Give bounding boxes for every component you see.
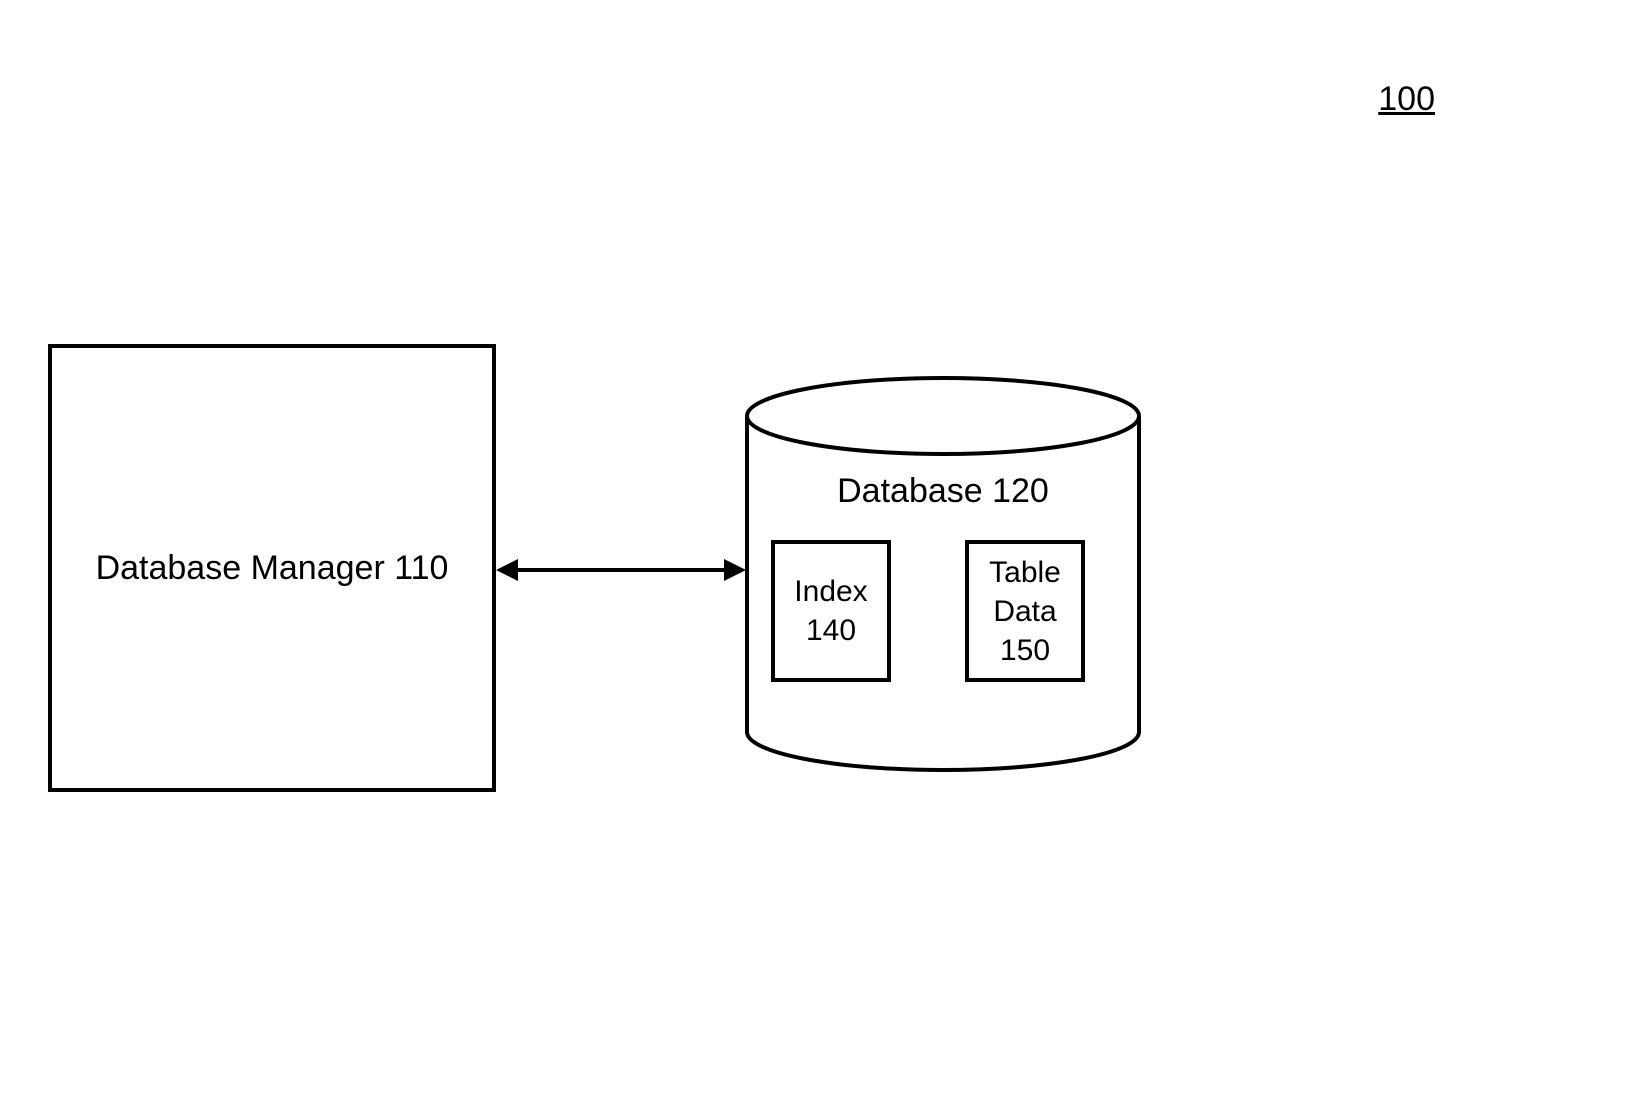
database-manager-label: Database Manager 110 [96,549,449,588]
index-label: Index140 [794,572,867,650]
table-data-label: TableData150 [989,553,1061,670]
database-manager-box: Database Manager 110 [48,344,496,792]
database-label: Database 120 [745,472,1141,511]
bidirectional-arrow-icon [496,555,746,585]
table-data-box: TableData150 [965,540,1085,682]
figure-number-label: 100 [1378,80,1435,119]
index-box: Index140 [771,540,891,682]
